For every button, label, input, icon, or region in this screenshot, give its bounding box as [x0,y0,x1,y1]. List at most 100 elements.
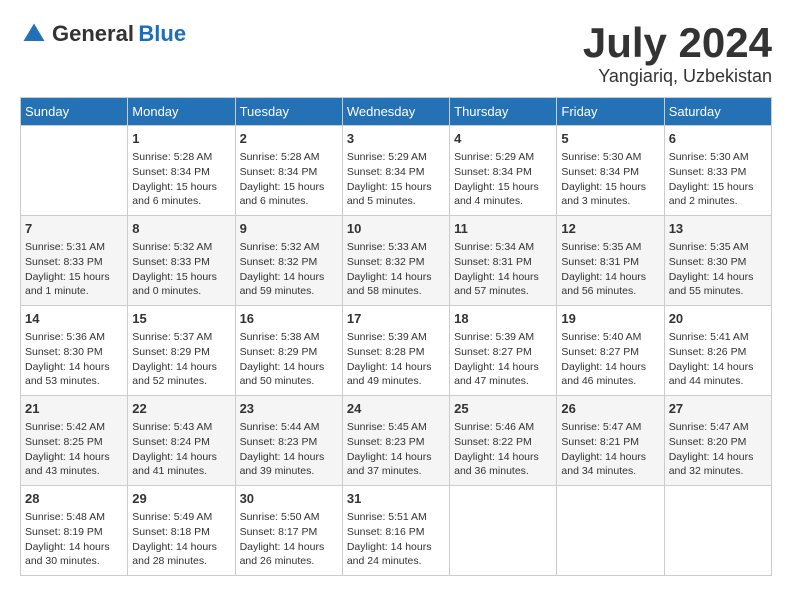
cell-sun-info: Sunrise: 5:51 AM Sunset: 8:16 PM Dayligh… [347,510,445,569]
day-number: 19 [561,310,659,328]
cell-sun-info: Sunrise: 5:42 AM Sunset: 8:25 PM Dayligh… [25,420,123,479]
day-number: 11 [454,220,552,238]
calendar-cell: 21 Sunrise: 5:42 AM Sunset: 8:25 PM Dayli… [21,396,128,486]
calendar-cell: 16 Sunrise: 5:38 AM Sunset: 8:29 PM Dayli… [235,306,342,396]
cell-sun-info: Sunrise: 5:35 AM Sunset: 8:30 PM Dayligh… [669,240,767,299]
day-number: 5 [561,130,659,148]
calendar-cell: 27 Sunrise: 5:47 AM Sunset: 8:20 PM Dayli… [664,396,771,486]
day-number: 9 [240,220,338,238]
cell-sun-info: Sunrise: 5:39 AM Sunset: 8:28 PM Dayligh… [347,330,445,389]
calendar-cell: 1Sunrise: 5:28 AM Sunset: 8:34 PM Daylig… [128,126,235,216]
day-number: 30 [240,490,338,508]
calendar-cell: 10 Sunrise: 5:33 AM Sunset: 8:32 PM Dayli… [342,216,449,306]
calendar-week-row: 21 Sunrise: 5:42 AM Sunset: 8:25 PM Dayli… [21,396,772,486]
cell-sun-info: Sunrise: 5:47 AM Sunset: 8:20 PM Dayligh… [669,420,767,479]
month-year-title: July 2024 [583,20,772,66]
day-number: 16 [240,310,338,328]
cell-sun-info: Sunrise: 5:47 AM Sunset: 8:21 PM Dayligh… [561,420,659,479]
calendar-cell: 11 Sunrise: 5:34 AM Sunset: 8:31 PM Dayli… [450,216,557,306]
title-block: July 2024 Yangiariq, Uzbekistan [583,20,772,87]
header-sunday: Sunday [21,98,128,126]
day-number: 1 [132,130,230,148]
cell-sun-info: Sunrise: 5:33 AM Sunset: 8:32 PM Dayligh… [347,240,445,299]
cell-sun-info: Sunrise: 5:34 AM Sunset: 8:31 PM Dayligh… [454,240,552,299]
day-number: 15 [132,310,230,328]
calendar-cell: 26 Sunrise: 5:47 AM Sunset: 8:21 PM Dayli… [557,396,664,486]
calendar-cell: 22Sunrise: 5:43 AM Sunset: 8:24 PM Dayli… [128,396,235,486]
cell-sun-info: Sunrise: 5:39 AM Sunset: 8:27 PM Dayligh… [454,330,552,389]
cell-sun-info: Sunrise: 5:44 AM Sunset: 8:23 PM Dayligh… [240,420,338,479]
day-number: 6 [669,130,767,148]
day-number: 4 [454,130,552,148]
calendar-cell [450,486,557,576]
day-number: 3 [347,130,445,148]
day-number: 29 [132,490,230,508]
cell-sun-info: Sunrise: 5:41 AM Sunset: 8:26 PM Dayligh… [669,330,767,389]
day-number: 2 [240,130,338,148]
calendar-cell: 5 Sunrise: 5:30 AM Sunset: 8:34 PM Daylig… [557,126,664,216]
cell-sun-info: Sunrise: 5:45 AM Sunset: 8:23 PM Dayligh… [347,420,445,479]
cell-sun-info: Sunrise: 5:49 AM Sunset: 8:18 PM Dayligh… [132,510,230,569]
calendar-cell: 18Sunrise: 5:39 AM Sunset: 8:27 PM Dayli… [450,306,557,396]
calendar-cell: 2 Sunrise: 5:28 AM Sunset: 8:34 PM Daylig… [235,126,342,216]
calendar-header-row: SundayMondayTuesdayWednesdayThursdayFrid… [21,98,772,126]
calendar-cell: 23 Sunrise: 5:44 AM Sunset: 8:23 PM Dayli… [235,396,342,486]
calendar-cell: 8 Sunrise: 5:32 AM Sunset: 8:33 PM Daylig… [128,216,235,306]
cell-sun-info: Sunrise: 5:36 AM Sunset: 8:30 PM Dayligh… [25,330,123,389]
calendar-cell [664,486,771,576]
day-number: 26 [561,400,659,418]
cell-sun-info: Sunrise: 5:32 AM Sunset: 8:33 PM Dayligh… [132,240,230,299]
cell-sun-info: Sunrise: 5:40 AM Sunset: 8:27 PM Dayligh… [561,330,659,389]
header-saturday: Saturday [664,98,771,126]
day-number: 28 [25,490,123,508]
calendar-cell: 29 Sunrise: 5:49 AM Sunset: 8:18 PM Dayli… [128,486,235,576]
day-number: 24 [347,400,445,418]
cell-sun-info: Sunrise: 5:48 AM Sunset: 8:19 PM Dayligh… [25,510,123,569]
calendar-week-row: 7Sunrise: 5:31 AM Sunset: 8:33 PM Daylig… [21,216,772,306]
day-number: 12 [561,220,659,238]
logo: General Blue [20,20,186,48]
calendar-cell: 12 Sunrise: 5:35 AM Sunset: 8:31 PM Dayli… [557,216,664,306]
calendar-cell: 13 Sunrise: 5:35 AM Sunset: 8:30 PM Dayli… [664,216,771,306]
calendar-cell: 24 Sunrise: 5:45 AM Sunset: 8:23 PM Dayli… [342,396,449,486]
calendar-cell: 30 Sunrise: 5:50 AM Sunset: 8:17 PM Dayli… [235,486,342,576]
calendar-table: SundayMondayTuesdayWednesdayThursdayFrid… [20,97,772,576]
day-number: 31 [347,490,445,508]
cell-sun-info: Sunrise: 5:30 AM Sunset: 8:34 PM Dayligh… [561,150,659,209]
header-tuesday: Tuesday [235,98,342,126]
day-number: 13 [669,220,767,238]
logo-blue: Blue [138,21,186,46]
cell-sun-info: Sunrise: 5:50 AM Sunset: 8:17 PM Dayligh… [240,510,338,569]
cell-sun-info: Sunrise: 5:35 AM Sunset: 8:31 PM Dayligh… [561,240,659,299]
day-number: 22 [132,400,230,418]
day-number: 23 [240,400,338,418]
cell-sun-info: Sunrise: 5:29 AM Sunset: 8:34 PM Dayligh… [347,150,445,209]
calendar-cell: 4 Sunrise: 5:29 AM Sunset: 8:34 PM Daylig… [450,126,557,216]
day-number: 14 [25,310,123,328]
calendar-cell: 19 Sunrise: 5:40 AM Sunset: 8:27 PM Dayli… [557,306,664,396]
page-header: General Blue July 2024 Yangiariq, Uzbeki… [20,20,772,87]
header-thursday: Thursday [450,98,557,126]
calendar-cell: 6Sunrise: 5:30 AM Sunset: 8:33 PM Daylig… [664,126,771,216]
day-number: 20 [669,310,767,328]
cell-sun-info: Sunrise: 5:29 AM Sunset: 8:34 PM Dayligh… [454,150,552,209]
day-number: 17 [347,310,445,328]
calendar-cell: 31 Sunrise: 5:51 AM Sunset: 8:16 PM Dayli… [342,486,449,576]
day-number: 7 [25,220,123,238]
day-number: 10 [347,220,445,238]
calendar-cell: 25Sunrise: 5:46 AM Sunset: 8:22 PM Dayli… [450,396,557,486]
cell-sun-info: Sunrise: 5:32 AM Sunset: 8:32 PM Dayligh… [240,240,338,299]
cell-sun-info: Sunrise: 5:38 AM Sunset: 8:29 PM Dayligh… [240,330,338,389]
logo-general: General [52,21,134,46]
calendar-cell: 9 Sunrise: 5:32 AM Sunset: 8:32 PM Daylig… [235,216,342,306]
calendar-cell [21,126,128,216]
calendar-cell [557,486,664,576]
day-number: 8 [132,220,230,238]
calendar-cell: 15Sunrise: 5:37 AM Sunset: 8:29 PM Dayli… [128,306,235,396]
calendar-cell: 7Sunrise: 5:31 AM Sunset: 8:33 PM Daylig… [21,216,128,306]
day-number: 21 [25,400,123,418]
header-wednesday: Wednesday [342,98,449,126]
header-friday: Friday [557,98,664,126]
cell-sun-info: Sunrise: 5:28 AM Sunset: 8:34 PM Dayligh… [240,150,338,209]
day-number: 27 [669,400,767,418]
